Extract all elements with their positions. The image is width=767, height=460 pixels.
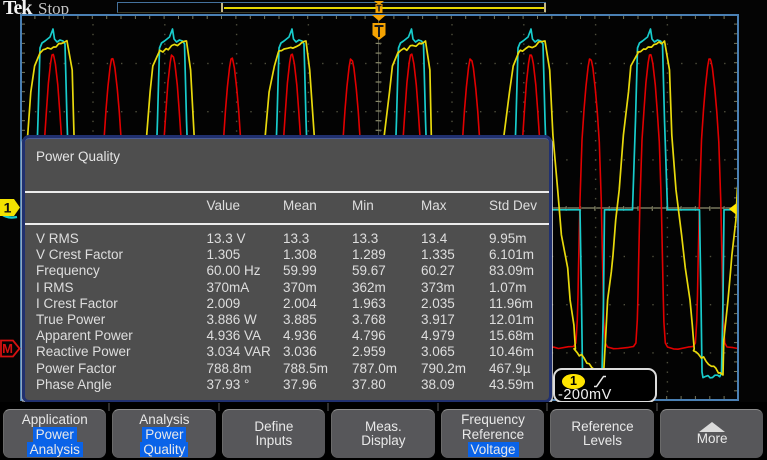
- svg-text:1: 1: [4, 200, 12, 216]
- svg-text:M: M: [2, 341, 13, 356]
